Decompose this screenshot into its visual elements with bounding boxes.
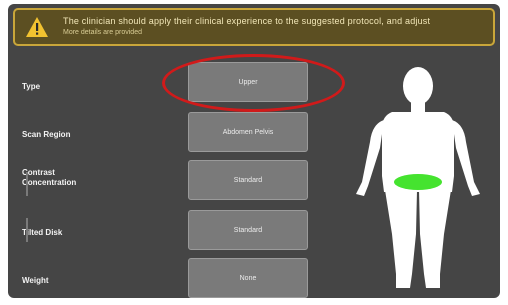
right-arm	[452, 120, 480, 196]
left-leg	[385, 190, 417, 288]
scan-region-label: Scan Region	[22, 130, 71, 139]
head	[403, 67, 433, 105]
divider	[26, 172, 28, 196]
scan-region-select-button[interactable]: Abdomen Pelvis	[188, 112, 308, 152]
left-arm	[356, 120, 384, 196]
app-window: The clinician should apply their clinica…	[8, 4, 500, 298]
tilted-disk-select-button[interactable]: Standard	[188, 210, 308, 250]
red-highlight-oval	[162, 54, 345, 112]
tilted-disk-label: Tilted Disk	[22, 228, 63, 237]
divider	[26, 218, 28, 242]
right-leg	[419, 190, 451, 288]
contrast-concentration-select-button[interactable]: Standard	[188, 160, 308, 200]
warning-banner: The clinician should apply their clinica…	[13, 8, 495, 46]
contrast-concentration-label: Contrast Concentration	[22, 168, 77, 187]
weight-select-button[interactable]: None	[188, 258, 308, 298]
warning-icon	[26, 17, 48, 37]
weight-label: Weight	[22, 276, 49, 285]
banner-more-details[interactable]: More details are provided	[63, 29, 142, 36]
neck	[411, 102, 425, 112]
type-label: Type	[22, 82, 41, 91]
pelvis-highlight	[394, 174, 442, 190]
banner-message: The clinician should apply their clinica…	[63, 16, 431, 26]
body-diagram	[356, 67, 480, 288]
